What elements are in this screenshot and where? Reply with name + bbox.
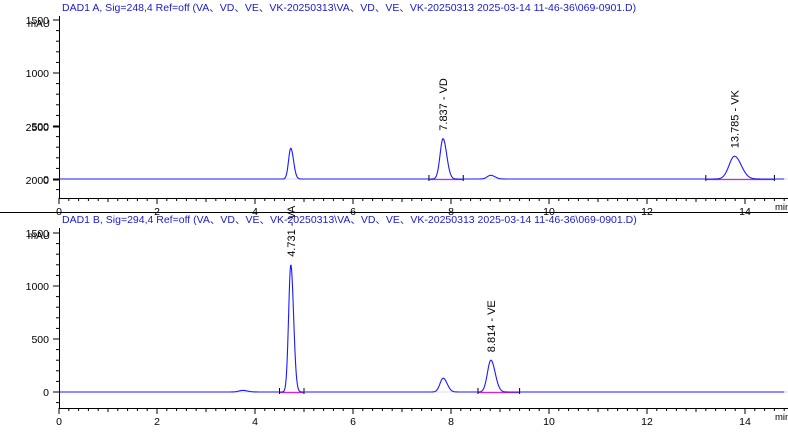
y-tick-label: 1000 [26,281,50,293]
y-tick-label: 1500 [26,15,50,27]
signal-trace [59,264,785,393]
chromatogram-figure: DAD1 A, Sig=248,4 Ref=off (VA、VD、VE、VK-2… [0,0,788,428]
y-tick-label: 2000 [26,175,50,187]
chromatogram-svg: DAD1 A, Sig=248,4 Ref=off (VA、VD、VE、VK-2… [0,2,788,428]
peak-label: 13.785 - VK [729,89,741,148]
x-tick-label: 4 [252,416,258,428]
y-tick-label: 2500 [26,122,50,134]
signal-trace [59,138,785,180]
x-axis-label: min [775,412,788,423]
x-tick-label: 12 [641,416,653,428]
peak-label: 7.837 - VD [438,78,450,131]
x-tick-label: 6 [350,416,356,428]
x-tick-label: 12 [641,206,653,218]
chart-panel-a: DAD1 A, Sig=248,4 Ref=off (VA、VD、VE、VK-2… [26,2,788,218]
x-tick-label: 0 [56,416,62,428]
x-tick-label: 14 [739,416,751,428]
y-tick-label: 500 [31,334,49,346]
x-tick-label: 10 [543,416,555,428]
chart-title: DAD1 A, Sig=248,4 Ref=off (VA、VD、VE、VK-2… [62,2,636,14]
peak-label: 8.814 - VE [486,300,498,352]
y-tick-label: 0 [43,387,49,399]
chart-panel-b: DAD1 B, Sig=294,4 Ref=off (VA、VD、VE、VK-2… [26,122,788,428]
y-tick-label: 1000 [26,68,50,80]
x-tick-label: 14 [739,206,751,218]
x-tick-label: 2 [154,416,160,428]
x-axis-label: min [775,202,788,213]
y-tick-label: 1500 [26,228,50,240]
x-tick-label: 8 [448,416,454,428]
chart-title: DAD1 B, Sig=294,4 Ref=off (VA、VD、VE、VK-2… [62,214,637,226]
peak-label: 4.731 - VA [286,205,298,257]
